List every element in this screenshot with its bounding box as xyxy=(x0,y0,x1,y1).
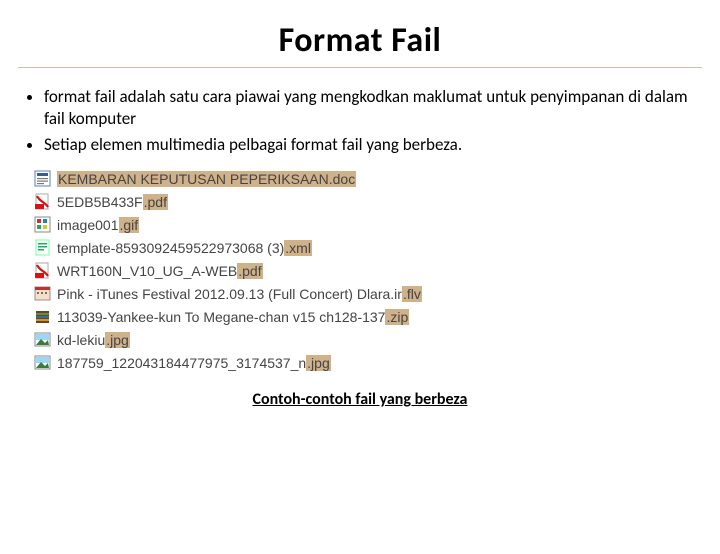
title-container: Format Fail xyxy=(18,14,702,68)
file-ext: .gif xyxy=(119,217,140,233)
pdf-icon xyxy=(34,262,51,279)
pdf-icon xyxy=(34,193,51,210)
caption: Contoh-contoh fail yang berbeza xyxy=(0,390,720,409)
file-base: template-8593092459522973068 (3) xyxy=(57,240,284,256)
list-item: WRT160N_V10_UG_A-WEB.pdf xyxy=(34,259,702,282)
file-ext: .zip xyxy=(385,309,409,325)
file-ext: .jpg xyxy=(105,332,130,348)
file-ext: .xml xyxy=(284,240,312,256)
list-item: 187759_122043184477975_3174537_n.jpg xyxy=(34,351,702,374)
flv-icon xyxy=(34,285,51,302)
file-base: 5EDB5B433F xyxy=(57,194,143,210)
file-base: Pink - iTunes Festival 2012.09.13 (Full … xyxy=(57,286,402,302)
list-item: 5EDB5B433F.pdf xyxy=(34,190,702,213)
gif-icon xyxy=(34,216,51,233)
jpg-icon xyxy=(34,354,51,371)
file-base: KEMBARAN KEPUTUSAN PEPERIKSAAN xyxy=(58,171,329,187)
file-base: WRT160N_V10_UG_A-WEB xyxy=(57,263,237,279)
file-ext: .jpg xyxy=(306,355,331,371)
doc-icon xyxy=(34,170,51,187)
file-ext: .pdf xyxy=(143,194,168,210)
zip-icon xyxy=(34,308,51,325)
list-item: image001.gif xyxy=(34,213,702,236)
jpg-icon xyxy=(34,331,51,348)
file-ext: .flv xyxy=(402,286,422,302)
list-item: Pink - iTunes Festival 2012.09.13 (Full … xyxy=(34,282,702,305)
file-base: kd-lekiu xyxy=(57,332,105,348)
file-base: image001 xyxy=(57,217,119,233)
file-base: 113039-Yankee-kun To Megane-chan v15 ch1… xyxy=(57,309,385,325)
list-item: 113039-Yankee-kun To Megane-chan v15 ch1… xyxy=(34,305,702,328)
bullet-item: format fail adalah satu cara piawai yang… xyxy=(44,86,692,130)
file-ext: .doc xyxy=(329,171,355,187)
file-ext: .pdf xyxy=(237,263,262,279)
list-item: template-8593092459522973068 (3).xml xyxy=(34,236,702,259)
bullet-item: Setiap elemen multimedia pelbagai format… xyxy=(44,134,692,156)
bullet-list: format fail adalah satu cara piawai yang… xyxy=(0,76,720,165)
xml-icon xyxy=(34,239,51,256)
list-item: KEMBARAN KEPUTUSAN PEPERIKSAAN.doc xyxy=(34,167,702,190)
list-item: kd-lekiu.jpg xyxy=(34,328,702,351)
file-base: 187759_122043184477975_3174537_n xyxy=(57,355,306,371)
file-list: KEMBARAN KEPUTUSAN PEPERIKSAAN.doc 5EDB5… xyxy=(34,167,702,374)
slide-title: Format Fail xyxy=(18,20,702,61)
